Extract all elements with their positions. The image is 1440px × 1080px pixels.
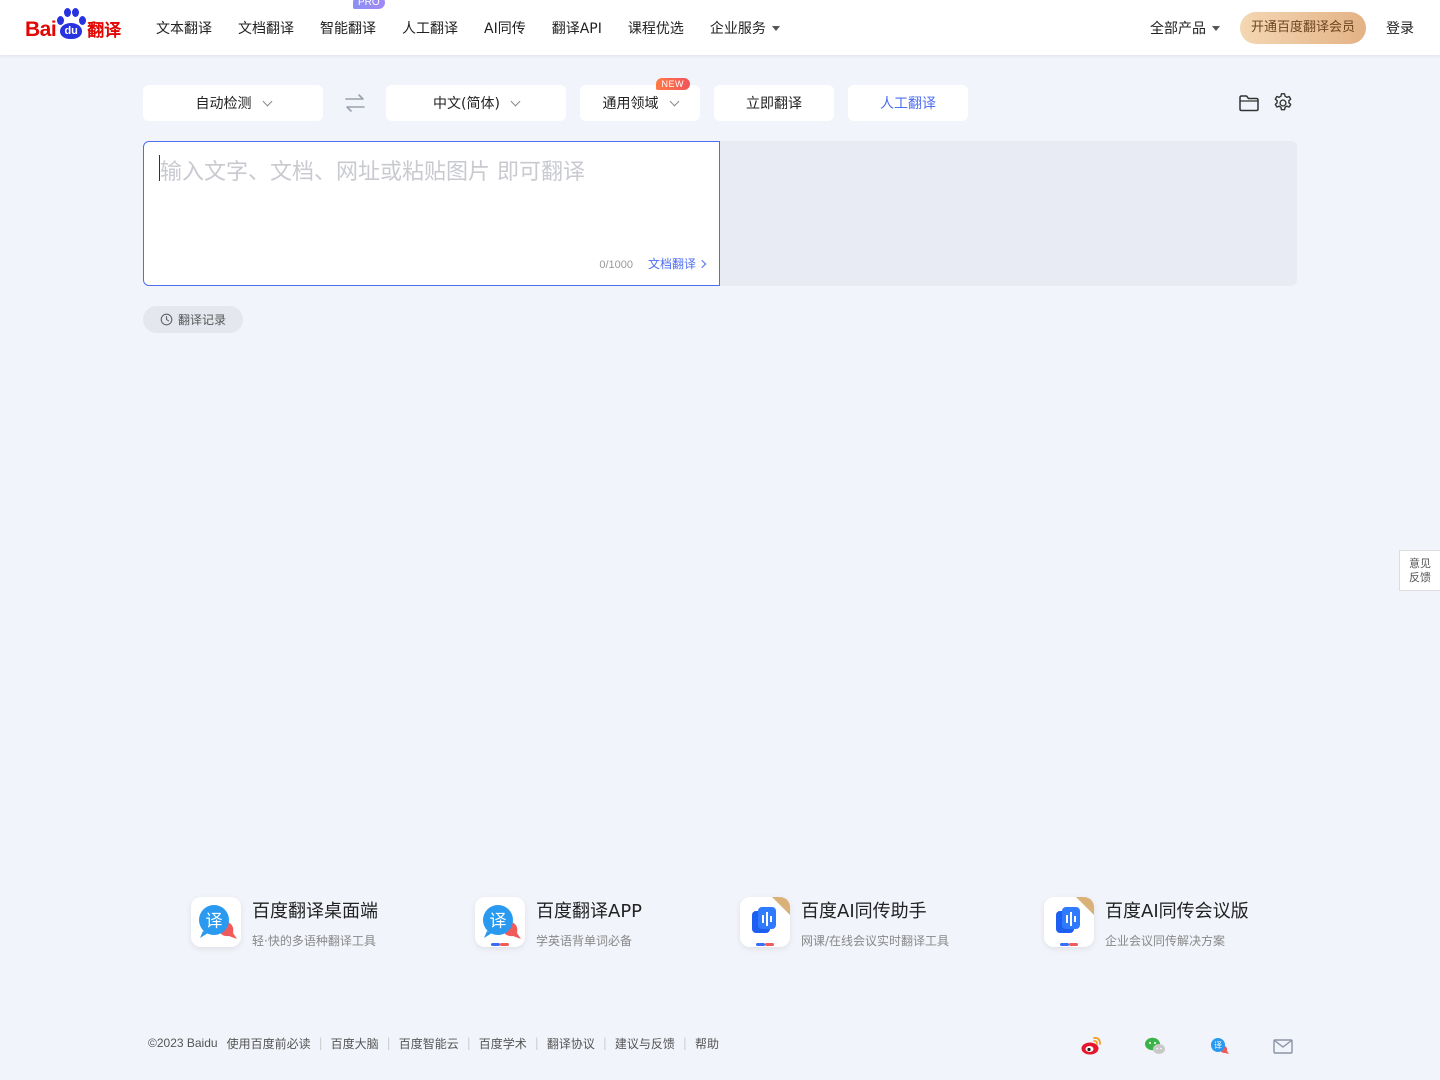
translate-now-button[interactable]: 立即翻译 [714,85,834,121]
chevron-right-icon [697,259,707,269]
document-translate-link-label: 文档翻译 [647,257,696,271]
caret-down-icon [1211,26,1220,31]
chevron-down-icon [669,96,679,106]
footer-link[interactable]: 翻译协议 [547,1035,595,1052]
document-translate-link[interactable]: 文档翻译 [647,255,707,272]
history-label: 翻译记录 [177,313,226,327]
wechat-icon[interactable] [1144,1035,1166,1057]
nav-enterprise[interactable]: 企业服务 [710,18,780,38]
baidu-fanyi-logo[interactable]: Bai du 翻译 [25,8,121,40]
domain-label: 通用领域 [602,96,659,112]
footer-divider: | [318,1036,323,1050]
ai-conference-icon [1044,897,1094,947]
footer-divider: | [534,1036,539,1050]
footer-link[interactable]: 使用百度前必读 [227,1035,311,1052]
source-text-input[interactable]: 输入文字、文档、网址或粘贴图片 即可翻译 0/1000 文档翻译 [143,141,720,286]
nav-ai-interpret[interactable]: AI同传 [484,18,526,38]
product-desc: 轻·快的多语种翻译工具 [252,934,376,948]
footer: ©2023 Baidu 使用百度前必读 | 百度大脑 | 百度智能云 | 百度学… [148,1035,719,1051]
target-language-label: 中文(简体) [433,96,500,112]
login-link[interactable]: 登录 [1386,18,1414,38]
human-translate-button[interactable]: 人工翻译 [848,85,968,121]
svg-text:译: 译 [1214,1041,1222,1050]
all-products-label: 全部产品 [1149,20,1206,37]
char-counter: 0/1000 [599,259,633,271]
translation-history-button[interactable]: 翻译记录 [143,306,243,333]
nav-right: 全部产品 开通百度翻译会员 登录 [1150,0,1414,55]
product-name: 百度AI同传助手 [801,901,927,922]
pro-badge: PRO [353,0,385,9]
logo-du-text: du [60,23,83,39]
swap-languages-icon[interactable] [344,93,366,113]
domain-select[interactable]: 通用领域 NEW [580,78,700,121]
svg-text:译: 译 [490,912,507,932]
nav-human-translate[interactable]: 人工翻译 [402,18,458,38]
logo-bai-text: Bai [25,18,57,41]
caret-down-icon [771,26,780,31]
footer-link[interactable]: 帮助 [695,1035,719,1052]
source-language-select[interactable]: 自动检测 [143,85,323,121]
clock-icon [160,313,173,326]
paw-icon: du [57,8,87,40]
nav-enterprise-label: 企业服务 [709,20,766,37]
translation-output-pane [720,141,1297,286]
ai-interpret-icon [740,897,790,947]
text-cursor [159,155,160,181]
translate-now-label: 立即翻译 [746,96,802,112]
new-badge: NEW [655,78,690,90]
target-language-select[interactable]: 中文(简体) [386,85,566,121]
all-products-menu[interactable]: 全部产品 [1150,18,1220,38]
product-name: 百度翻译桌面端 [252,901,378,922]
vip-membership-button[interactable]: 开通百度翻译会员 [1239,11,1366,44]
main-nav: 文本翻译 文档翻译 智能翻译 PRO 人工翻译 AI同传 翻译API 课程优选 … [156,0,806,55]
feedback-line1: 意见 [1409,556,1431,570]
footer-divider: | [602,1036,607,1050]
nav-text-translate[interactable]: 文本翻译 [156,18,212,38]
footer-link[interactable]: 百度学术 [479,1035,527,1052]
nav-smart-translate[interactable]: 智能翻译 PRO [320,0,385,38]
baidu-translate-social-icon[interactable]: 译 [1208,1035,1230,1057]
nav-document-translate[interactable]: 文档翻译 [238,18,294,38]
translate-app-icon: 译 [475,897,525,947]
nav-courses[interactable]: 课程优选 [628,18,684,38]
settings-gear-icon[interactable] [1272,92,1294,114]
product-name: 百度AI同传会议版 [1105,901,1249,922]
translation-editor: 输入文字、文档、网址或粘贴图片 即可翻译 0/1000 文档翻译 [143,141,1297,286]
human-translate-label: 人工翻译 [880,96,936,112]
feedback-line2: 反馈 [1409,570,1431,584]
mail-icon[interactable] [1272,1035,1294,1057]
product-desc: 企业会议同传解决方案 [1105,934,1226,948]
translate-toolbar: 自动检测 中文(简体) 通用领域 NEW 立即翻译 人工翻译 [143,78,1297,121]
footer-divider: | [466,1036,471,1050]
input-placeholder: 输入文字、文档、网址或粘贴图片 即可翻译 [160,160,585,185]
feedback-button[interactable]: 意见 反馈 [1399,550,1440,591]
product-name: 百度翻译APP [536,901,643,922]
footer-link[interactable]: 百度智能云 [399,1035,459,1052]
footer-link[interactable]: 建议与反馈 [615,1035,675,1052]
product-desc: 学英语背单词必备 [536,934,633,948]
nav-translate-api[interactable]: 翻译API [552,18,602,38]
weibo-icon[interactable] [1080,1035,1102,1057]
chevron-down-icon [262,96,272,106]
top-navigation: Bai du 翻译 文本翻译 文档翻译 智能翻译 PRO 人工翻译 AI同传 翻… [0,0,1440,55]
footer-link[interactable]: 百度大脑 [331,1035,379,1052]
product-desc: 网课/在线会议实时翻译工具 [801,934,950,948]
footer-divider: | [386,1036,391,1050]
translate-bubble-icon: 译 [191,897,241,947]
nav-smart-translate-label: 智能翻译 [320,20,376,37]
svg-text:译: 译 [206,912,223,932]
footer-divider: | [682,1036,687,1050]
folder-icon[interactable] [1238,92,1260,114]
source-language-label: 自动检测 [195,96,252,112]
copyright: ©2023 Baidu [148,1036,218,1050]
logo-fanyi-text: 翻译 [87,21,122,41]
chevron-down-icon [510,96,521,106]
